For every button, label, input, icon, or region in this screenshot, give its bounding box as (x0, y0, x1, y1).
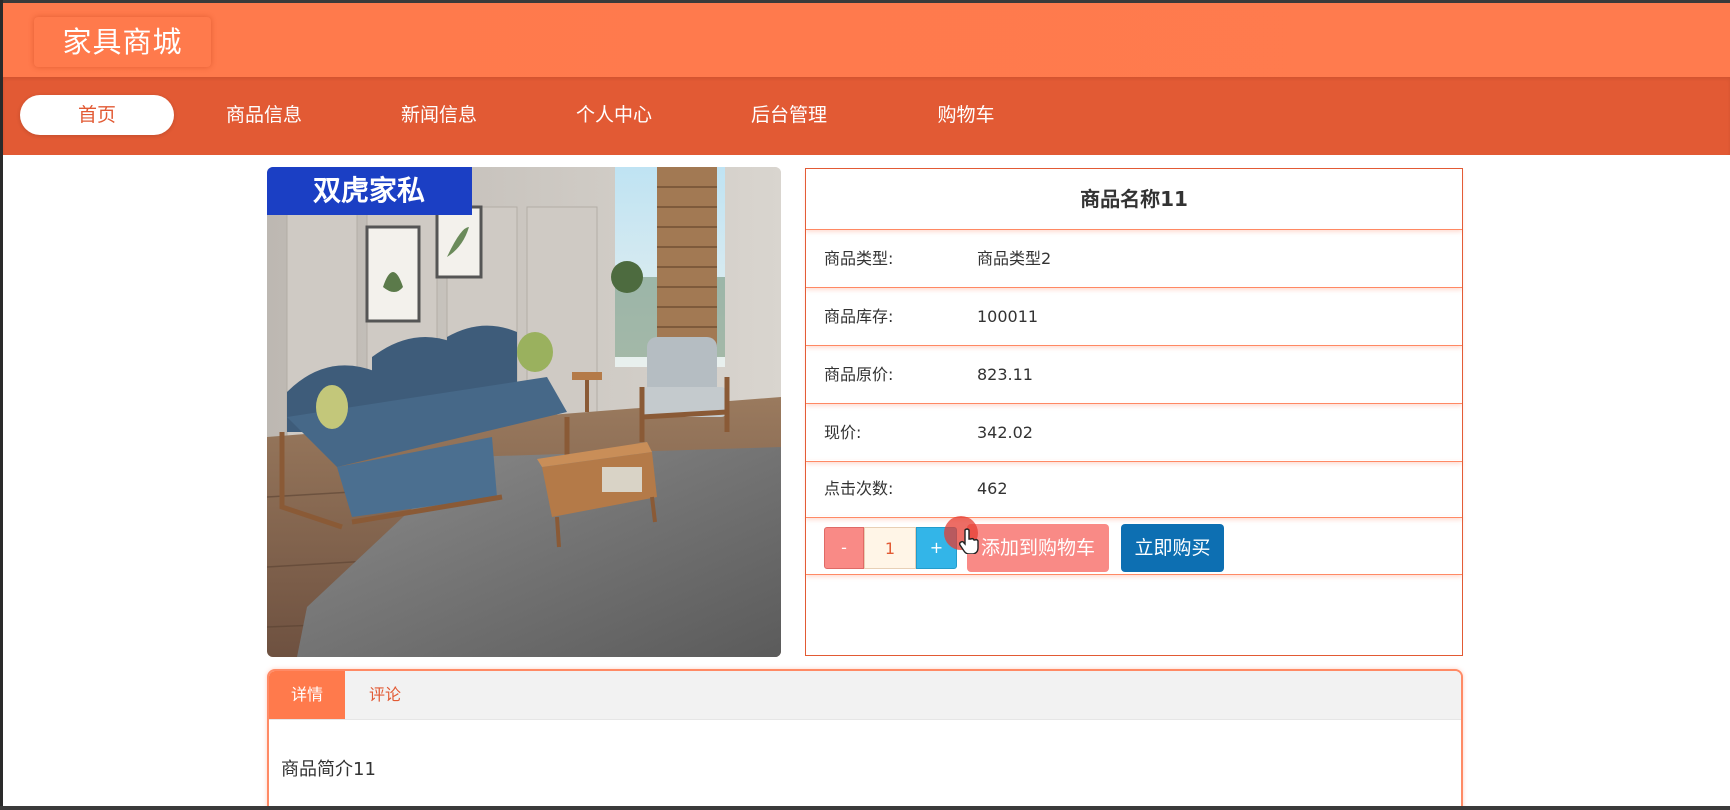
info-value: 商品类型2 (977, 249, 1052, 268)
info-row-click-count: 点击次数: 462 (806, 460, 1462, 518)
info-value: 100011 (977, 307, 1039, 326)
tab-comments[interactable]: 评论 (345, 671, 425, 719)
product-tabs-panel: 详情 评论 商品简介11 (267, 669, 1463, 810)
nav-item-personal-center[interactable]: 个人中心 (549, 95, 679, 135)
site-header: 家具商城 (3, 3, 1730, 77)
nav-item-admin[interactable]: 后台管理 (724, 95, 854, 135)
tab-details[interactable]: 详情 (269, 671, 345, 719)
nav-item-home[interactable]: 首页 (20, 95, 174, 135)
brand-banner-text: 双虎家私 (313, 174, 425, 207)
info-label: 点击次数: (824, 479, 894, 498)
quantity-decrease-button[interactable]: - (824, 527, 864, 569)
info-label: 商品原价: (824, 365, 894, 384)
info-value: 462 (977, 479, 1008, 498)
info-value: 342.02 (977, 423, 1033, 442)
info-label: 现价: (824, 423, 862, 442)
info-label: 商品类型: (824, 249, 894, 268)
nav-item-cart[interactable]: 购物车 (911, 95, 1021, 135)
info-row-stock: 商品库存: 100011 (806, 288, 1462, 346)
add-to-cart-button[interactable]: 添加到购物车 (967, 524, 1109, 572)
product-name: 商品名称11 (806, 169, 1462, 230)
quantity-input[interactable] (864, 527, 916, 569)
window-frame-bottom (0, 806, 1730, 810)
product-info-panel: 商品名称11 商品类型: 商品类型2 商品库存: 100011 商品原价: 82… (805, 168, 1463, 656)
purchase-actions: - + 添加到购物车 立即购买 (806, 516, 1462, 575)
info-row-current-price: 现价: 342.02 (806, 404, 1462, 462)
buy-now-button[interactable]: 立即购买 (1121, 524, 1224, 572)
tabs-bar: 详情 评论 (269, 671, 1461, 720)
nav-item-news[interactable]: 新闻信息 (374, 95, 504, 135)
info-value: 823.11 (977, 365, 1033, 384)
info-row-original-price: 商品原价: 823.11 (806, 346, 1462, 404)
nav-item-products[interactable]: 商品信息 (199, 95, 329, 135)
info-row-category: 商品类型: 商品类型2 (806, 230, 1462, 288)
main-nav: 首页 商品信息 新闻信息 个人中心 后台管理 购物车 (3, 77, 1730, 155)
site-logo[interactable]: 家具商城 (34, 17, 211, 67)
info-label: 商品库存: (824, 307, 894, 326)
product-image: 双虎家私 (267, 167, 781, 657)
hand-pointer-icon (958, 528, 979, 554)
product-description: 商品简介11 (281, 759, 376, 780)
sofa-room-illustration: 双虎家私 (267, 167, 781, 657)
